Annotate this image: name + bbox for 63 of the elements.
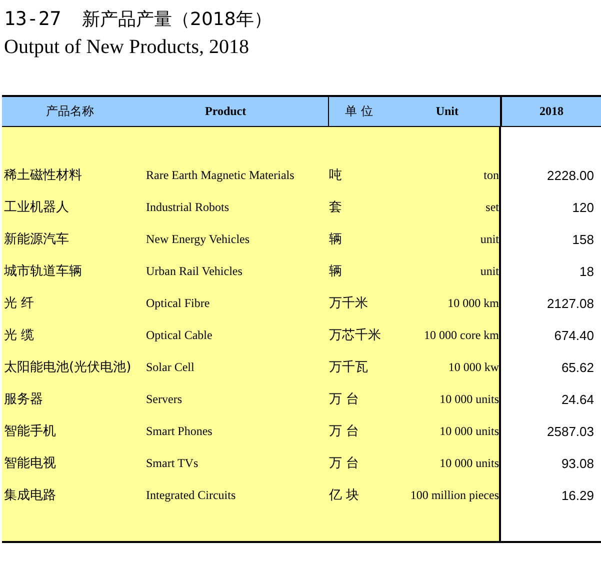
table-cell-text: unit [479, 264, 499, 278]
table-cell-text: 万千米 [329, 295, 369, 312]
table-cell-text: New Energy Vehicles [146, 232, 251, 246]
table-subtitle: Output of New Products, 2018 [3, 35, 250, 60]
table-cell-text: 10 000 kw [447, 360, 499, 374]
table-cell-text: Optical Cable [146, 328, 214, 342]
column-header: 产品名称 [46, 103, 94, 120]
table-cell: 18 [580, 264, 594, 278]
table-cell: 158 [572, 232, 594, 246]
column-header: 单 位 [345, 103, 373, 120]
table-cell-text: 亿 块 [329, 487, 360, 504]
table-cell-text: 新能源汽车 [3, 231, 70, 248]
table-cell-text: 工业机器人 [3, 199, 70, 216]
table-cell: 93.08 [561, 456, 594, 470]
table-cell-text: set [484, 200, 499, 214]
table-cell-text: 太阳能电池(光伏电池) [3, 359, 132, 376]
table-cell-text: 100 million pieces [409, 488, 499, 502]
table-cell-text: 套 [329, 199, 343, 216]
table-cell-text: 智能手机 [3, 423, 57, 440]
column-header: Unit [436, 104, 458, 119]
table-cell: 2127.08 [547, 296, 594, 310]
table-number: 13-27 [4, 8, 62, 30]
table-title: 新产品产量（2018年） [82, 8, 272, 31]
table-cell-text: 城市轨道车辆 [3, 263, 83, 280]
table-cell-text: 万千瓦 [329, 359, 369, 376]
table-cell-text: 集成电路 [3, 487, 57, 504]
table-cell: 16.29 [561, 488, 594, 502]
table-cell-text: 万 台 [329, 391, 360, 408]
table-cell-text: Urban Rail Vehicles [146, 264, 244, 278]
table-cell-text: 万芯千米 [329, 327, 382, 344]
table-cell-text: 10 000 units [438, 392, 499, 406]
table-cell-text: 万 台 [329, 455, 360, 472]
table-cell-text: 万 台 [329, 423, 360, 440]
table-cell-text: 10 000 units [438, 424, 499, 438]
table-cell-text: 稀土磁性材料 [3, 167, 83, 184]
table-cell-text: Solar Cell [146, 360, 196, 374]
table-cell-text: 智能电视 [3, 455, 57, 472]
table-cell-text: Servers [146, 392, 183, 406]
table-cell-text: Smart TVs [146, 456, 200, 470]
table-cell-text: 光 纤 [3, 295, 36, 312]
table-cell-text: 10 000 units [438, 456, 499, 470]
table-cell: 24.64 [561, 392, 594, 406]
table-cell: 120 [572, 200, 594, 214]
table-cell-text: 服务器 [3, 391, 44, 408]
column-header: 2018 [540, 104, 564, 119]
table-cell: 2587.03 [547, 424, 594, 438]
table-cell-text: Rare Earth Magnetic Materials [146, 168, 296, 182]
table-cell-text: 辆 [329, 231, 343, 248]
table-cell-text: 10 000 km [446, 296, 499, 310]
table-cell-text: Smart Phones [146, 424, 214, 438]
table-cell-text: 光 缆 [3, 327, 36, 344]
table-cell-text: ton [482, 168, 499, 182]
table-cell-text: 10 000 core km [423, 328, 499, 342]
table-cell-text: unit [479, 232, 499, 246]
table-cell-text: 辆 [329, 263, 343, 280]
table-cell: 65.62 [561, 360, 594, 374]
table-cell: 674.40 [554, 328, 594, 342]
table-cell-text: Optical Fibre [146, 296, 211, 310]
column-header: Product [205, 104, 246, 119]
table-cell-text: Integrated Circuits [146, 488, 237, 502]
table-cell-text: Industrial Robots [146, 200, 230, 214]
table-cell-text: 吨 [329, 167, 343, 184]
table-cell: 2228.00 [547, 168, 594, 182]
